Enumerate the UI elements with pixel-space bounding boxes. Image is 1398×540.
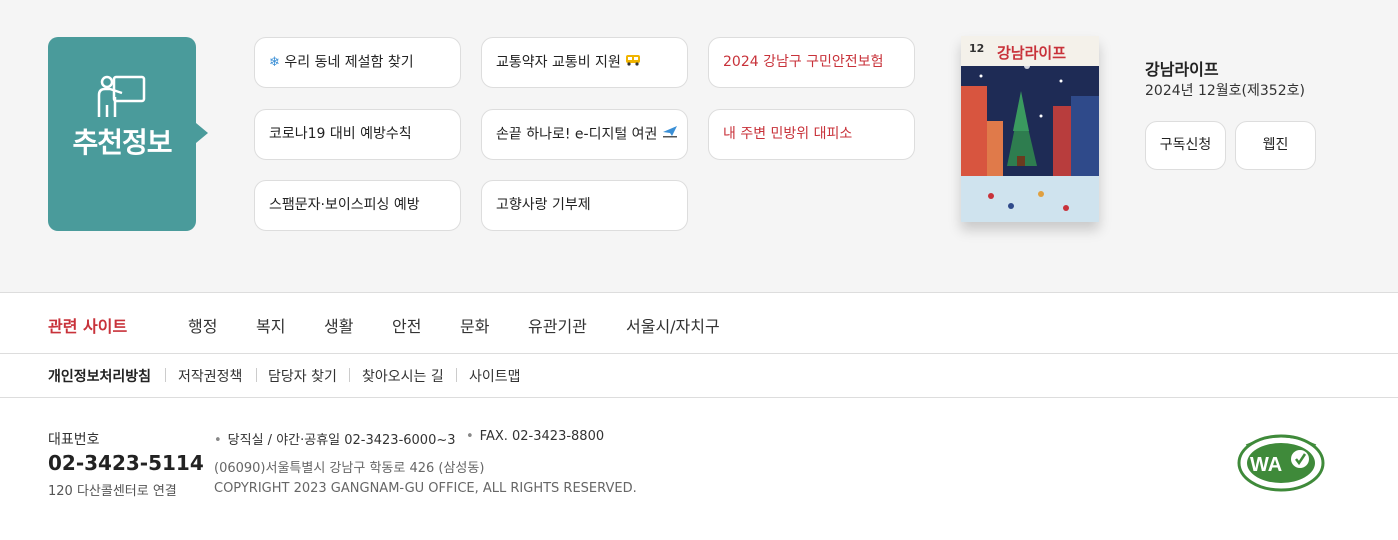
- subscribe-button[interactable]: 구독신청: [1145, 121, 1226, 170]
- link-label: 내 주변 민방위 대피소: [723, 126, 853, 142]
- find-staff-link[interactable]: 담당자 찾기: [268, 366, 337, 386]
- phone-sub: 120 다산콜센터로 연결: [48, 484, 177, 499]
- bus-icon: [625, 38, 641, 87]
- link-e-passport[interactable]: 손끝 하나로! e-디지털 여권: [481, 109, 688, 160]
- copyright-policy-link[interactable]: 저작권정책: [178, 366, 242, 386]
- site-menu-life[interactable]: 생활: [324, 313, 353, 337]
- bullet: •: [466, 429, 474, 444]
- site-menu-culture[interactable]: 문화: [460, 313, 489, 337]
- policy-links-bar: 개인정보처리방침 저작권정책 담당자 찾기 찾아오시는 길 사이트맵: [0, 354, 1398, 398]
- link-snow-box[interactable]: ❄ 우리 동네 제설함 찾기: [254, 37, 461, 88]
- recommend-section: 추천정보 ❄ 우리 동네 제설함 찾기 교통약자 교통비 지원 2024 강남구…: [0, 0, 1398, 292]
- presenter-icon: [97, 75, 146, 117]
- airplane-icon: [662, 110, 678, 159]
- link-label: 교통약자 교통비 지원: [496, 54, 621, 71]
- magazine-cover-title: 강남라이프: [997, 44, 1067, 62]
- magazine-issue: 2024년 12월호(제352호): [1145, 83, 1305, 99]
- link-label: 우리 동네 제설함 찾기: [284, 54, 414, 71]
- link-spam-prevention[interactable]: 스팸문자·보이스피싱 예방: [254, 180, 461, 231]
- sitemap-link[interactable]: 사이트맵: [469, 366, 521, 386]
- link-shelter[interactable]: 내 주변 민방위 대피소: [708, 109, 915, 160]
- magazine-title: 강남라이프: [1145, 60, 1219, 79]
- bullet: •: [214, 433, 222, 448]
- site-menu-agencies[interactable]: 유관기관: [528, 313, 587, 337]
- recommend-badge: 추천정보: [48, 37, 208, 231]
- magazine-cover[interactable]: 12 강남라이프: [961, 36, 1099, 222]
- divider: [165, 368, 166, 382]
- address: (06090)서울특별시 강남구 학동로 426 (삼성동): [214, 461, 485, 476]
- site-menu-admin[interactable]: 행정: [188, 313, 217, 337]
- web-accessibility-mark-icon: WA: [1237, 434, 1325, 492]
- recommend-title: 추천정보: [72, 126, 172, 159]
- divider: [256, 368, 257, 382]
- related-sites-label: 관련 사이트: [48, 317, 128, 336]
- divider: [456, 368, 457, 382]
- link-label: 손끝 하나로! e-디지털 여권: [496, 126, 658, 143]
- copyright: COPYRIGHT 2023 GANGNAM-GU OFFICE, ALL RI…: [214, 481, 637, 496]
- link-covid-prevention[interactable]: 코로나19 대비 예방수칙: [254, 109, 461, 160]
- svg-text:WA: WA: [1250, 454, 1282, 476]
- link-label: 코로나19 대비 예방수칙: [269, 126, 412, 142]
- magazine-cover-image: [961, 36, 1099, 222]
- site-menu-seoul[interactable]: 서울시/자치구: [626, 313, 720, 337]
- divider: [349, 368, 350, 382]
- magazine-cover-month: 12: [969, 42, 985, 55]
- night-duty-text: 당직실 / 야간·공휴일 02-3423-6000~3: [227, 433, 456, 448]
- fax-line: • FAX. 02-3423-8800: [466, 429, 604, 444]
- site-menu-safety[interactable]: 안전: [392, 313, 421, 337]
- fax-text: FAX. 02-3423-8800: [479, 429, 605, 444]
- link-transport-support[interactable]: 교통약자 교통비 지원: [481, 37, 688, 88]
- snowflake-icon: ❄: [269, 55, 280, 70]
- related-sites-bar: 관련 사이트 행정 복지 생활 안전 문화 유관기관 서울시/자치구: [0, 292, 1398, 354]
- link-label: 2024 강남구 구민안전보험: [723, 54, 884, 70]
- night-duty-line: • 당직실 / 야간·공휴일 02-3423-6000~3: [214, 429, 456, 448]
- phone-label: 대표번호: [48, 432, 100, 448]
- webzine-button[interactable]: 웹진: [1235, 121, 1316, 170]
- privacy-policy-link[interactable]: 개인정보처리방침: [48, 366, 151, 386]
- link-hometown-donation[interactable]: 고향사랑 기부제: [481, 180, 688, 231]
- site-menu-welfare[interactable]: 복지: [256, 313, 285, 337]
- link-label: 스팸문자·보이스피싱 예방: [269, 197, 420, 213]
- directions-link[interactable]: 찾아오시는 길: [362, 366, 444, 386]
- link-safety-insurance[interactable]: 2024 강남구 구민안전보험: [708, 37, 915, 88]
- link-label: 고향사랑 기부제: [496, 197, 591, 213]
- main-phone: 02-3423-5114: [48, 451, 204, 475]
